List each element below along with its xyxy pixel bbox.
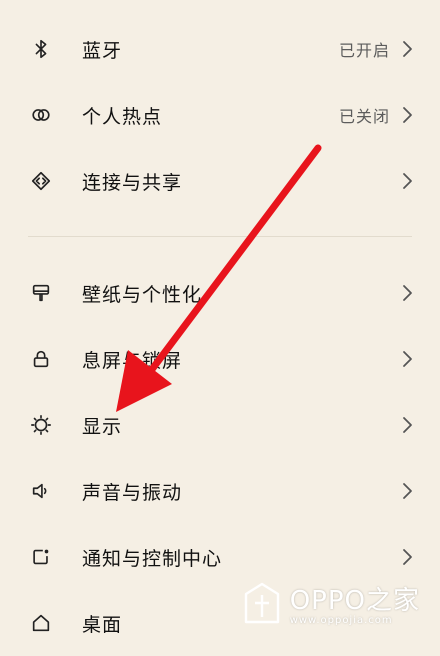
hotspot-icon [28, 102, 54, 128]
settings-item-lock-screen[interactable]: 息屏与锁屏 [0, 326, 440, 392]
settings-item-label: 壁纸与个性化 [82, 283, 203, 306]
oppo-logo-icon [244, 582, 279, 624]
settings-item-label: 声音与振动 [82, 481, 183, 504]
settings-item-connection-share[interactable]: 连接与共享 [0, 148, 440, 214]
settings-item-sound[interactable]: 声音与振动 [0, 458, 440, 524]
chevron-right-icon [403, 417, 412, 433]
settings-item-label: 息屏与锁屏 [82, 349, 183, 372]
settings-item-label: 蓝牙 [82, 39, 123, 62]
settings-item-label: 个人热点 [82, 105, 163, 128]
chevron-right-icon [403, 41, 412, 57]
chevron-right-icon [403, 173, 412, 189]
settings-item-display[interactable]: 显示 [0, 392, 440, 458]
settings-item-label: 桌面 [82, 613, 123, 636]
settings-item-wallpaper[interactable]: 壁纸与个性化 [0, 260, 440, 326]
chevron-right-icon [403, 107, 412, 123]
settings-item-hotspot[interactable]: 个人热点 已关闭 [0, 82, 440, 148]
status-text: 已关闭 [338, 107, 390, 126]
notification-icon [28, 544, 54, 570]
speaker-icon [28, 478, 54, 504]
chevron-right-icon [403, 285, 412, 301]
connection-share-icon [28, 168, 54, 194]
settings-item-bluetooth[interactable]: 蓝牙 已开启 [0, 16, 440, 82]
section-divider [28, 236, 412, 237]
watermark: OPPO之家 www.oppojia.com [242, 580, 420, 626]
settings-item-label: 连接与共享 [82, 171, 183, 194]
settings-item-label: 通知与控制中心 [82, 547, 223, 570]
chevron-right-icon [403, 483, 412, 499]
watermark-url: www.oppojia.com [289, 615, 393, 626]
brightness-icon [28, 412, 54, 438]
bluetooth-icon [28, 36, 54, 62]
home-icon [28, 610, 54, 636]
lock-icon [28, 346, 54, 372]
chevron-right-icon [403, 351, 412, 367]
chevron-right-icon [403, 549, 412, 565]
settings-item-label: 显示 [82, 415, 123, 438]
status-text: 已开启 [338, 41, 390, 60]
brush-icon [28, 280, 54, 306]
watermark-brand: OPPO之家 [289, 586, 420, 616]
